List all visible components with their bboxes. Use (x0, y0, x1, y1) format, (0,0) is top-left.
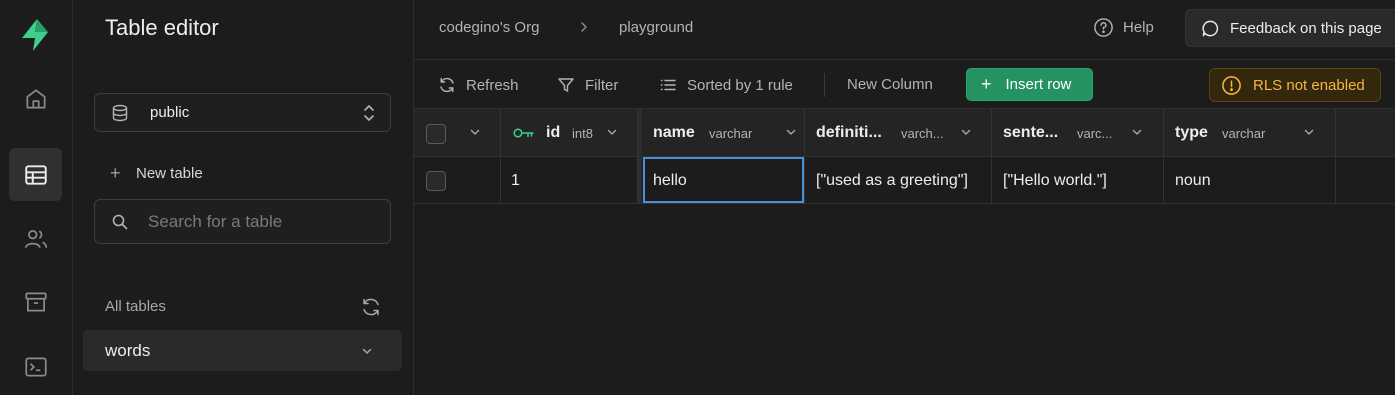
column-type: varc... (1077, 126, 1113, 141)
insert-row-label: Insert row (1005, 76, 1072, 93)
column-name: definiti... (816, 124, 882, 141)
column-header-type[interactable]: type varchar (1164, 109, 1336, 157)
schema-select[interactable]: public (94, 93, 391, 132)
nav-rail (0, 0, 73, 395)
table-item-label: words (105, 341, 151, 360)
table-icon (24, 164, 47, 185)
column-type: int8 (572, 126, 593, 141)
refresh-icon (440, 77, 454, 93)
refresh-label: Refresh (466, 76, 519, 94)
row-select-cell (414, 157, 501, 204)
table-cell-sentence[interactable]: ["Hello world."] (992, 157, 1164, 204)
alert-circle-icon (1222, 75, 1241, 95)
nav-authentication-button[interactable] (9, 212, 62, 265)
help-button[interactable]: Help (1093, 17, 1154, 38)
filter-label: Filter (585, 76, 619, 94)
grid-toolbar: Refresh Filter Sorted by 1 rule New Colu… (414, 60, 1395, 109)
schema-select-value: public (150, 104, 190, 121)
column-type: varchar (709, 126, 753, 141)
list-icon (660, 79, 676, 91)
nav-home-button[interactable] (9, 72, 62, 125)
new-column-label: New Column (847, 76, 933, 93)
all-tables-label: All tables (105, 298, 166, 315)
terminal-icon (24, 356, 47, 377)
chevron-down-icon[interactable] (1303, 126, 1315, 138)
column-header-definition[interactable]: definiti... varch... (805, 109, 992, 157)
column-header-id[interactable]: id int8 (501, 109, 638, 157)
toolbar-divider (824, 73, 825, 97)
column-header-name[interactable]: name varchar (642, 109, 805, 157)
column-type: varch... (901, 126, 944, 141)
feedback-label: Feedback on this page (1230, 19, 1382, 37)
search-icon (112, 214, 128, 230)
primary-key-icon (513, 128, 534, 138)
chevron-right-icon (581, 22, 587, 32)
selected-cell-outline (643, 157, 804, 203)
data-grid: id int8 name varchar definiti... varch..… (414, 109, 1395, 395)
column-type: varchar (1222, 126, 1266, 141)
home-icon (25, 88, 46, 109)
breadcrumb-project[interactable]: playground (619, 19, 693, 36)
add-column-header (1336, 109, 1395, 157)
chevron-down-icon[interactable] (606, 126, 618, 138)
column-name: id (546, 124, 561, 141)
feedback-button[interactable]: Feedback on this page (1185, 9, 1395, 47)
refresh-button[interactable]: Refresh (438, 76, 519, 94)
supabase-logo-icon[interactable] (16, 16, 54, 54)
refresh-tables-icon[interactable] (360, 296, 382, 318)
cell-value: ["used as a greeting"] (816, 172, 968, 189)
new-table-button[interactable]: + New table (110, 163, 203, 184)
column-header-sentence[interactable]: sente... varc... (992, 109, 1164, 157)
insert-row-button[interactable]: + Insert row (966, 68, 1093, 101)
sidebar-table-item-words[interactable]: words (83, 330, 402, 371)
database-icon (112, 104, 128, 122)
nav-table-editor-button[interactable] (9, 148, 62, 201)
filter-button[interactable]: Filter (557, 76, 618, 94)
sidebar-title: Table editor (105, 15, 219, 40)
cell-value: 1 (511, 172, 520, 189)
archive-icon (24, 291, 47, 312)
nav-sql-editor-button[interactable] (9, 340, 62, 393)
new-table-label: New table (136, 165, 203, 182)
help-label: Help (1123, 19, 1154, 36)
column-name: type (1175, 124, 1208, 141)
chevron-down-icon[interactable] (469, 126, 481, 138)
chevron-down-icon[interactable] (785, 126, 797, 138)
plus-icon: + (981, 74, 992, 94)
table-editor-sidebar: Table editor public + New table All tabl… (73, 0, 414, 395)
new-column-button[interactable]: New Column (847, 76, 933, 93)
select-all-header (414, 109, 501, 157)
help-circle-icon (1094, 18, 1113, 37)
select-all-checkbox[interactable] (426, 124, 446, 144)
table-cell-definition[interactable]: ["used as a greeting"] (805, 157, 992, 204)
chevron-down-icon[interactable] (1131, 126, 1143, 138)
chevron-down-icon[interactable] (960, 126, 972, 138)
empty-cell (1336, 157, 1395, 204)
chevron-up-down-icon (364, 105, 374, 121)
rls-warning-label: RLS not enabled (1253, 76, 1365, 94)
nav-storage-button[interactable] (9, 275, 62, 328)
users-icon (24, 229, 47, 248)
column-name: sente... (1003, 124, 1059, 141)
table-cell-type[interactable]: noun (1164, 157, 1336, 204)
table-search-input[interactable] (148, 210, 378, 234)
breadcrumb-org[interactable]: codegino's Org (439, 19, 539, 36)
column-name: name (653, 124, 695, 141)
row-checkbox[interactable] (426, 171, 446, 191)
top-bar: codegino's Org playground Help Feedback … (414, 0, 1395, 60)
table-search-box (94, 199, 391, 244)
cell-value: ["Hello world."] (1003, 172, 1107, 189)
table-cell-id[interactable]: 1 (501, 157, 638, 204)
chevron-down-icon[interactable] (360, 344, 374, 358)
filter-icon (558, 78, 574, 92)
sort-label: Sorted by 1 rule (687, 76, 793, 94)
message-circle-icon (1202, 20, 1219, 36)
sort-button[interactable]: Sorted by 1 rule (659, 76, 793, 94)
rls-warning-badge[interactable]: RLS not enabled (1209, 68, 1381, 102)
plus-icon: + (110, 163, 121, 183)
cell-value: noun (1175, 172, 1211, 189)
